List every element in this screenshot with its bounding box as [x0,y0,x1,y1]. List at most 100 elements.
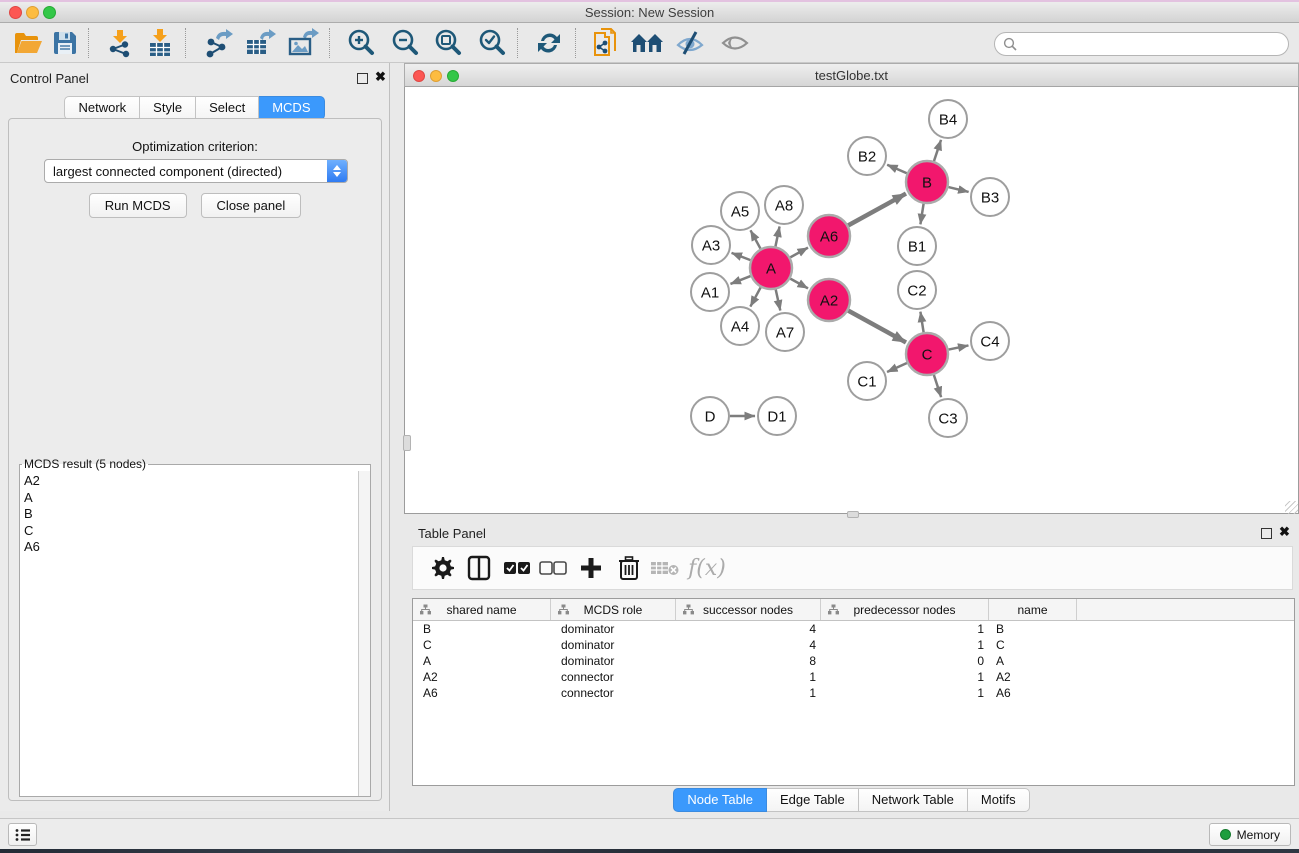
close-table-panel-icon[interactable]: ✖ [1279,524,1290,540]
search-input[interactable] [1021,37,1271,51]
graph-edge-A-A3[interactable] [732,253,751,260]
zoom-selected-icon[interactable] [474,26,510,60]
task-history-button[interactable] [8,823,37,846]
cell-successor_nodes: 1 [676,669,821,685]
graph-node-label: C3 [938,411,957,428]
tab-select[interactable]: Select [196,96,259,120]
column-view-icon[interactable] [463,552,495,584]
memory-status-icon [1220,829,1231,840]
table-row[interactable]: A2connector11A2 [413,669,1294,685]
zoom-out-icon[interactable] [387,26,423,60]
tab-node-table[interactable]: Node Table [673,788,767,812]
tab-edge-table[interactable]: Edge Table [767,788,859,812]
graph-edge-A-A1[interactable] [730,276,750,284]
network-home-icon[interactable] [629,26,665,60]
zoom-in-icon[interactable] [343,26,379,60]
select-all-icon[interactable] [501,552,533,584]
export-network-icon[interactable] [200,26,236,60]
graph-node-label: A1 [701,285,719,302]
graph-edge-C-C1[interactable] [887,363,907,372]
graph-edge-B-B1[interactable] [920,204,923,225]
graph-edge-B-B3[interactable] [948,187,968,192]
tab-network-table[interactable]: Network Table [859,788,968,812]
import-table-icon[interactable] [142,26,178,60]
optimization-criterion-select[interactable]: largest connected component (directed) [44,159,348,183]
cell-predecessor_nodes: 1 [821,621,989,637]
memory-button[interactable]: Memory [1209,823,1291,846]
refresh-layout-icon[interactable] [531,26,567,60]
column-type-icon [828,604,839,615]
float-panel-icon[interactable] [357,73,368,84]
status-bar: Memory [0,818,1299,849]
graph-edge-A-A4[interactable] [750,287,760,306]
cell-shared_name: C [413,637,551,653]
add-column-icon[interactable] [575,552,607,584]
result-scrollbar[interactable] [358,471,370,796]
mcds-result-item[interactable]: A [24,490,358,507]
graph-node-label: C [922,347,933,364]
mcds-result-item[interactable]: A2 [24,473,358,490]
canvas-bottom-scrollbar-handle[interactable] [847,511,859,518]
mcds-result-item[interactable]: A6 [24,539,358,556]
delete-column-icon[interactable] [613,552,645,584]
graph-edge-A2-C[interactable] [848,311,906,343]
show-visibility-icon[interactable] [717,26,753,60]
column-header-MCDS-role[interactable]: MCDS role [551,599,676,620]
column-header-name[interactable]: name [989,599,1077,620]
column-header-filler [1077,599,1294,620]
column-header-shared-name[interactable]: shared name [413,599,551,620]
table-panel: Table Panel ✖ f(x) shared nameMCDS roles… [404,520,1299,812]
node-table[interactable]: shared nameMCDS rolesuccessor nodesprede… [412,598,1295,786]
table-header-row: shared nameMCDS rolesuccessor nodesprede… [413,599,1294,621]
clone-network-icon[interactable] [588,26,624,60]
tab-style[interactable]: Style [140,96,196,120]
table-row[interactable]: Bdominator41B [413,621,1294,637]
export-image-icon[interactable] [285,26,321,60]
network-window-title: testGlobe.txt [405,68,1298,83]
column-header-successor-nodes[interactable]: successor nodes [676,599,821,620]
graph-edge-C-C4[interactable] [949,345,969,349]
network-window-titlebar[interactable]: testGlobe.txt [404,63,1299,87]
cell-shared_name: B [413,621,551,637]
window-titlebar: Session: New Session [0,2,1299,23]
graph-edge-A6-B[interactable] [848,194,906,226]
export-table-icon[interactable] [242,26,278,60]
window-resize-grip[interactable] [1285,501,1298,514]
run-mcds-button[interactable]: Run MCDS [89,193,187,218]
table-settings-icon[interactable] [427,552,459,584]
mcds-result-title: MCDS result (5 nodes) [22,457,148,471]
close-panel-icon[interactable]: ✖ [375,69,386,85]
deselect-all-icon[interactable] [537,552,569,584]
hide-visibility-icon[interactable] [672,26,708,60]
column-type-icon [420,604,431,615]
graph-edge-C-C3[interactable] [934,375,941,397]
graph-edge-A-A2[interactable] [790,279,808,289]
tab-mcds[interactable]: MCDS [259,96,324,120]
table-row[interactable]: A6connector11A6 [413,685,1294,701]
save-session-icon[interactable] [47,26,83,60]
zoom-fit-icon[interactable] [430,26,466,60]
open-session-icon[interactable] [10,26,46,60]
graph-edge-A-A6[interactable] [790,248,808,258]
tab-network[interactable]: Network [64,96,140,120]
graph-edge-B-B4[interactable] [934,140,941,161]
graph-edge-C-C2[interactable] [920,312,923,333]
mcds-result-item[interactable]: C [24,523,358,540]
toolbar-separator [185,28,186,58]
import-network-icon[interactable] [102,26,138,60]
table-row[interactable]: Cdominator41C [413,637,1294,653]
canvas-left-scrollbar-handle[interactable] [403,435,411,451]
column-header-predecessor-nodes[interactable]: predecessor nodes [821,599,989,620]
table-row[interactable]: Adominator80A [413,653,1294,669]
network-canvas[interactable]: B4B2BB3A8A5A6A3B1AC2A1A2A4A7C4CC1C3DD1 [404,87,1299,514]
graph-edge-A-A5[interactable] [751,230,761,248]
cell-name: A [989,653,1077,669]
close-panel-button[interactable]: Close panel [201,193,302,218]
graph-node-label: A2 [820,293,838,310]
float-table-panel-icon[interactable] [1261,528,1272,539]
mcds-result-item[interactable]: B [24,506,358,523]
graph-edge-A-A8[interactable] [775,227,779,247]
graph-edge-B-B2[interactable] [887,165,907,174]
graph-edge-A-A7[interactable] [776,289,781,310]
tab-motifs[interactable]: Motifs [968,788,1030,812]
